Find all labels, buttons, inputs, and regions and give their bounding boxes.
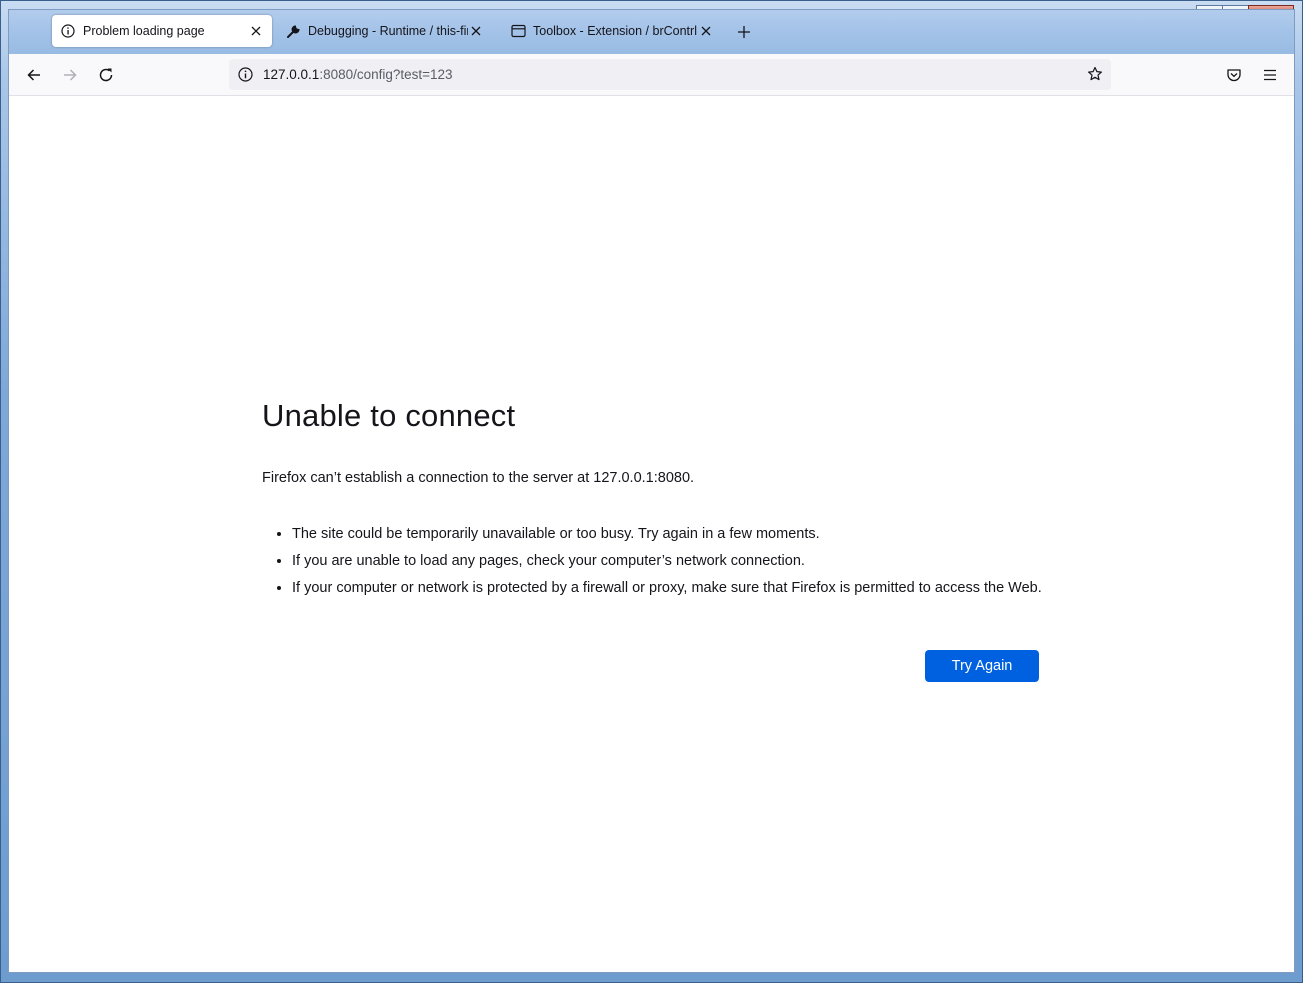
- reload-button[interactable]: [94, 63, 118, 87]
- url-text: 127.0.0.1:8080/config?test=123: [263, 67, 453, 82]
- list-item: The site could be temporarily unavailabl…: [292, 524, 1042, 544]
- new-tab-button[interactable]: [734, 22, 754, 42]
- site-info-icon[interactable]: [237, 67, 253, 83]
- tab-problem-loading[interactable]: Problem loading page: [52, 15, 272, 47]
- url-bar[interactable]: 127.0.0.1:8080/config?test=123: [229, 59, 1111, 90]
- back-button[interactable]: [22, 63, 46, 87]
- hamburger-menu-icon: [1264, 69, 1276, 81]
- browser-window: Problem loading page Debugging - Runtime…: [8, 9, 1295, 973]
- info-icon: [60, 23, 76, 39]
- list-item: If your computer or network is protected…: [292, 578, 1042, 598]
- try-again-button[interactable]: Try Again: [925, 650, 1039, 682]
- page-content: Unable to connect Firefox can’t establis…: [9, 96, 1294, 972]
- list-item: If you are unable to load any pages, che…: [292, 551, 1042, 571]
- error-description: Firefox can’t establish a connection to …: [262, 470, 695, 486]
- app-menu-button[interactable]: [1258, 63, 1282, 87]
- url-path: :8080/config?test=123: [319, 67, 453, 82]
- bookmark-star-icon[interactable]: [1087, 66, 1103, 82]
- arrow-left-icon: [27, 69, 40, 81]
- close-tab-icon[interactable]: [248, 23, 264, 39]
- reload-icon: [99, 68, 113, 82]
- error-suggestions: The site could be temporarily unavailabl…: [262, 524, 1042, 598]
- tab-debugging-runtime[interactable]: Debugging - Runtime / this-fire: [277, 15, 492, 47]
- tab-toolbox-extension[interactable]: Toolbox - Extension / brContrl: [502, 15, 722, 47]
- tab-label: Problem loading page: [83, 24, 205, 38]
- pocket-icon: [1227, 69, 1241, 82]
- url-host: 127.0.0.1: [263, 67, 320, 82]
- pocket-button[interactable]: [1222, 63, 1246, 87]
- error-title: Unable to connect: [262, 398, 516, 433]
- window-icon: [510, 23, 526, 39]
- error-container: Unable to connect Firefox can’t establis…: [262, 398, 1042, 682]
- navigation-toolbar: 127.0.0.1:8080/config?test=123: [9, 54, 1294, 96]
- tab-strip: Problem loading page Debugging - Runtime…: [9, 10, 1294, 54]
- close-tab-icon[interactable]: [698, 23, 714, 39]
- close-tab-icon[interactable]: [468, 23, 484, 39]
- plus-icon: [738, 26, 750, 38]
- tab-label: Debugging - Runtime / this-fire: [308, 24, 468, 38]
- forward-button[interactable]: [58, 63, 82, 87]
- tab-label: Toolbox - Extension / brContrl: [533, 24, 697, 38]
- arrow-right-icon: [64, 69, 77, 81]
- wrench-icon: [285, 23, 301, 39]
